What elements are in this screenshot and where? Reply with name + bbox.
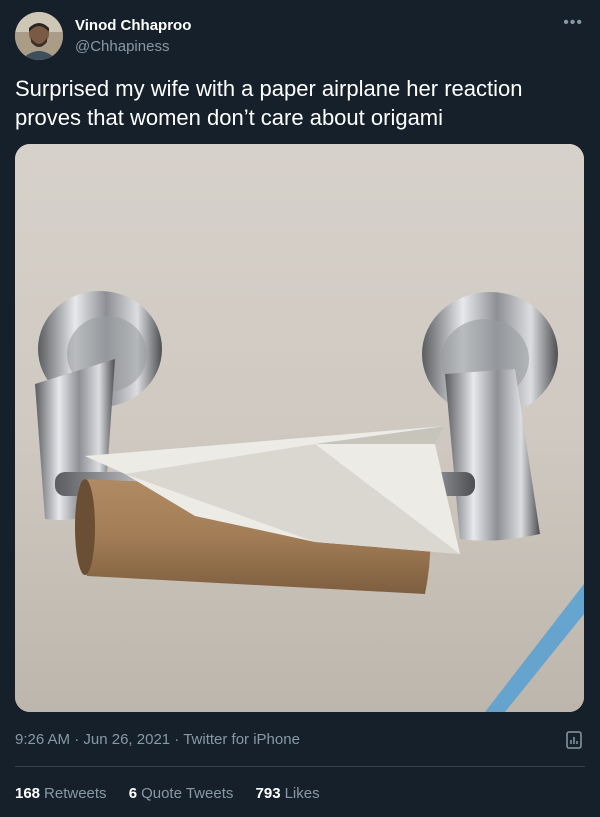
divider xyxy=(15,766,585,767)
tweet-text-line: Surprised my wife with a paper airplane … xyxy=(15,76,523,101)
tweet-header: Vinod Chhaproo @Chhapiness ••• xyxy=(15,12,585,60)
tweet-text: Surprised my wife with a paper airplane … xyxy=(15,74,585,132)
display-name[interactable]: Vinod Chhaproo xyxy=(75,17,191,34)
tweet-time[interactable]: 9:26 AM xyxy=(15,731,70,748)
tweet-source[interactable]: Twitter for iPhone xyxy=(183,731,300,748)
user-handle[interactable]: @Chhapiness xyxy=(75,38,169,55)
tweet-photo[interactable] xyxy=(15,144,584,712)
tweet-text-line: proves that women don’t care about origa… xyxy=(15,105,444,130)
retweets-count: 168 xyxy=(15,785,41,802)
tweet-stats: 168 Retweets 6 Quote Tweets 793 Likes xyxy=(15,785,338,802)
likes-count: 793 xyxy=(255,785,281,802)
likes-stat[interactable]: 793 Likes xyxy=(256,785,320,802)
quote-tweets-label: Quote Tweets xyxy=(141,785,234,802)
meta-separator: · xyxy=(70,731,84,748)
meta-separator: · xyxy=(170,731,184,748)
retweets-label: Retweets xyxy=(44,785,107,802)
likes-label: Likes xyxy=(284,785,320,802)
avatar[interactable] xyxy=(15,12,63,60)
quote-tweets-count: 6 xyxy=(128,785,138,802)
quote-tweets-stat[interactable]: 6 Quote Tweets xyxy=(129,785,234,802)
toilet-paper-photo xyxy=(15,144,584,712)
analytics-icon[interactable] xyxy=(566,731,584,749)
tweet-meta: 9:26 AM · Jun 26, 2021 · Twitter for iPh… xyxy=(15,731,300,748)
tweet-date[interactable]: Jun 26, 2021 xyxy=(83,731,170,748)
tweet-container: Vinod Chhaproo @Chhapiness ••• Surprised… xyxy=(0,0,600,817)
retweets-stat[interactable]: 168 Retweets xyxy=(15,785,107,802)
more-icon[interactable]: ••• xyxy=(563,14,583,32)
